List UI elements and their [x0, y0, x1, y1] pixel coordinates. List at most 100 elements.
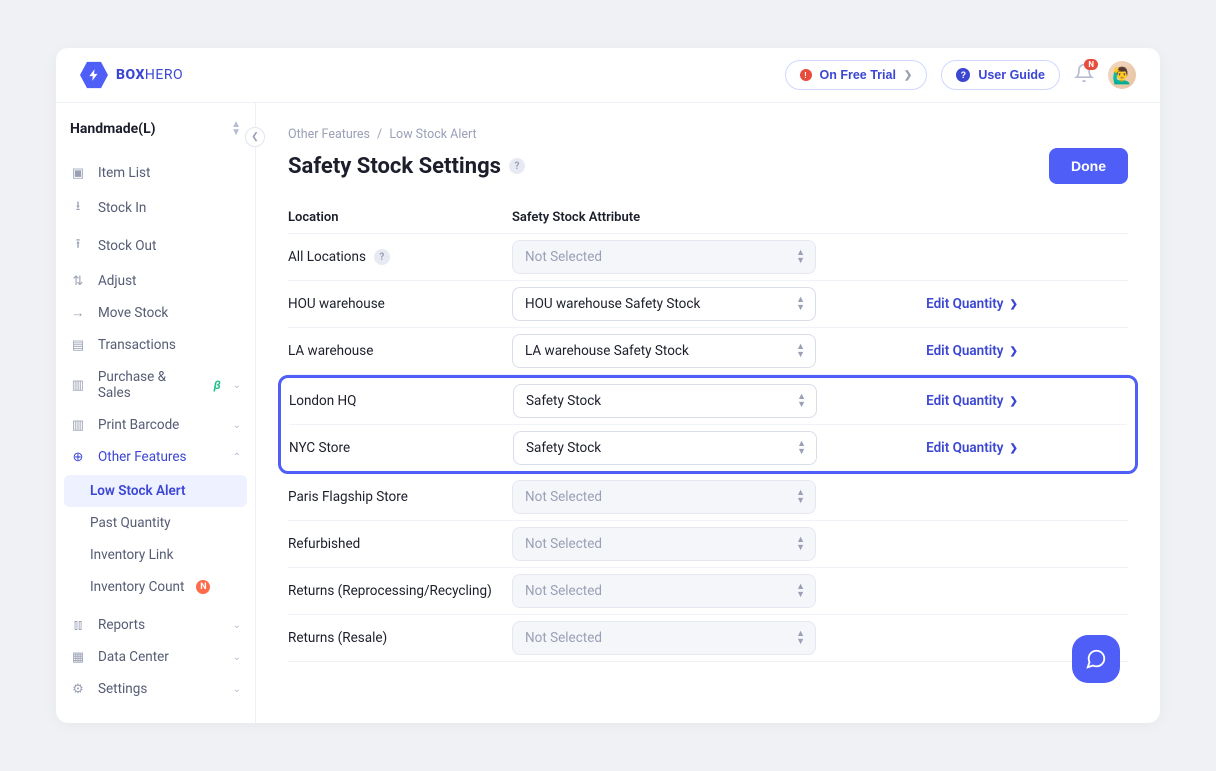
chevron-down-icon: ⌄	[233, 420, 241, 431]
sidebar-item-stock-out[interactable]: ⭱ Stock Out	[56, 227, 255, 265]
chevron-right-icon: ❯	[904, 70, 912, 81]
column-attribute: Safety Stock Attribute	[512, 210, 832, 225]
select-value: Not Selected	[525, 489, 602, 505]
breadcrumb-item[interactable]: Other Features	[288, 127, 370, 142]
chevron-right-icon: ❯	[1010, 299, 1018, 310]
beta-badge: β	[214, 378, 221, 392]
sidebar-item-item-list[interactable]: ▣ Item List	[56, 157, 255, 189]
sort-icon: ▲▼	[231, 121, 241, 137]
sidebar: ❮ Handmade(L) ▲▼ ▣ Item List ⭳ Stock In …	[56, 103, 256, 723]
database-icon: ▦	[70, 650, 86, 665]
sidebar-item-purchase-sales[interactable]: ▥ Purchase & Sales β ⌄	[56, 361, 255, 409]
attribute-select[interactable]: Not Selected ▲▼	[512, 527, 816, 561]
sidebar-item-low-stock-alert[interactable]: Low Stock Alert	[64, 475, 247, 507]
trial-button[interactable]: ! On Free Trial ❯	[785, 60, 928, 90]
sort-icon: ▲▼	[796, 583, 805, 599]
sidebar-item-adjust[interactable]: ⇅ Adjust	[56, 265, 255, 297]
table-row: HOU warehouse HOU warehouse Safety Stock…	[288, 281, 1128, 328]
list-icon: ▥	[70, 378, 86, 393]
sidebar-item-label: Data Center	[98, 649, 169, 665]
sidebar-item-label: Other Features	[98, 449, 186, 465]
notifications-button[interactable]: N	[1074, 63, 1094, 87]
help-icon[interactable]: ?	[374, 249, 390, 265]
new-badge: N	[196, 580, 210, 594]
sidebar-item-move-stock[interactable]: → Move Stock	[56, 297, 255, 329]
sidebar-item-stock-in[interactable]: ⭳ Stock In	[56, 189, 255, 227]
sort-icon: ▲▼	[796, 536, 805, 552]
attribute-select[interactable]: Not Selected ▲▼	[512, 621, 816, 655]
location-cell: Returns (Resale)	[288, 630, 512, 646]
plus-circle-icon: ⊕	[70, 450, 86, 465]
sidebar-item-label: Move Stock	[98, 305, 168, 321]
sidebar-submenu: Low Stock Alert Past Quantity Inventory …	[56, 473, 255, 609]
location-cell: Returns (Reprocessing/Recycling)	[288, 583, 512, 599]
edit-quantity-link[interactable]: Edit Quantity ❯	[926, 440, 1018, 456]
sidebar-item-label: Reports	[98, 617, 145, 633]
edit-quantity-link[interactable]: Edit Quantity ❯	[926, 296, 1018, 312]
sort-icon: ▲▼	[797, 440, 806, 456]
sidebar-item-label: Stock In	[98, 200, 146, 216]
page-title: Safety Stock Settings ?	[288, 154, 525, 179]
edit-quantity-label: Edit Quantity	[926, 296, 1003, 312]
doc-icon: ▤	[70, 338, 86, 353]
chat-fab[interactable]	[1072, 635, 1120, 683]
table-row: All Locations ? Not Selected ▲▼	[288, 234, 1128, 281]
barcode-icon: ▥	[70, 418, 86, 433]
chart-icon: ⫾⫾	[70, 618, 86, 633]
adjust-icon: ⇅	[70, 274, 86, 289]
sidebar-collapse-button[interactable]: ❮	[245, 127, 265, 147]
table-row: NYC Store Safety Stock ▲▼ Edit Quantity …	[289, 425, 1127, 471]
sidebar-item-reports[interactable]: ⫾⫾ Reports ⌄	[56, 609, 255, 641]
breadcrumb-item[interactable]: Low Stock Alert	[389, 127, 476, 142]
edit-quantity-link[interactable]: Edit Quantity ❯	[926, 343, 1018, 359]
chevron-down-icon: ⌄	[233, 380, 241, 391]
edit-quantity-link[interactable]: Edit Quantity ❯	[926, 393, 1018, 409]
sidebar-item-label: Adjust	[98, 273, 136, 289]
attribute-select[interactable]: Not Selected ▲▼	[512, 240, 816, 274]
sidebar-item-transactions[interactable]: ▤ Transactions	[56, 329, 255, 361]
attribute-select[interactable]: Not Selected ▲▼	[512, 480, 816, 514]
select-value: Not Selected	[525, 536, 602, 552]
team-switcher[interactable]: Handmade(L) ▲▼	[56, 103, 255, 153]
select-value: Safety Stock	[526, 393, 601, 409]
avatar[interactable]: 🙋‍♂️	[1108, 61, 1136, 89]
attribute-select[interactable]: Safety Stock ▲▼	[513, 431, 817, 465]
sort-icon: ▲▼	[796, 489, 805, 505]
sidebar-item-data-center[interactable]: ▦ Data Center ⌄	[56, 641, 255, 673]
sidebar-item-inventory-count[interactable]: Inventory Count N	[56, 571, 255, 603]
attribute-select[interactable]: Not Selected ▲▼	[512, 574, 816, 608]
sidebar-item-label: Item List	[98, 165, 150, 181]
sidebar-item-other-features[interactable]: ⊕ Other Features ⌃	[56, 441, 255, 473]
help-icon: ?	[956, 68, 970, 82]
sidebar-item-label: Transactions	[98, 337, 176, 353]
table-row: London HQ Safety Stock ▲▼ Edit Quantity …	[289, 378, 1127, 425]
location-cell: Refurbished	[288, 536, 512, 552]
attribute-select[interactable]: LA warehouse Safety Stock ▲▼	[512, 334, 816, 368]
sidebar-item-print-barcode[interactable]: ▥ Print Barcode ⌄	[56, 409, 255, 441]
sidebar-item-past-quantity[interactable]: Past Quantity	[56, 507, 255, 539]
select-value: Not Selected	[525, 583, 602, 599]
logo[interactable]: BOXHERO	[80, 61, 183, 89]
attribute-select[interactable]: Safety Stock ▲▼	[513, 384, 817, 418]
location-cell: NYC Store	[289, 440, 513, 456]
done-button[interactable]: Done	[1049, 148, 1128, 184]
select-value: Not Selected	[525, 249, 602, 265]
upload-icon: ⭱	[70, 235, 86, 257]
sidebar-item-inventory-link[interactable]: Inventory Link	[56, 539, 255, 571]
location-cell: HOU warehouse	[288, 296, 512, 312]
chevron-down-icon: ⌄	[233, 684, 241, 695]
topbar: BOXHERO ! On Free Trial ❯ ? User Guide N…	[56, 48, 1160, 103]
attribute-select[interactable]: HOU warehouse Safety Stock ▲▼	[512, 287, 816, 321]
user-guide-button[interactable]: ? User Guide	[941, 60, 1060, 90]
sidebar-item-settings[interactable]: ⚙ Settings ⌄	[56, 673, 255, 705]
chevron-down-icon: ⌄	[233, 620, 241, 631]
sidebar-item-label: Purchase & Sales	[98, 369, 202, 401]
sort-icon: ▲▼	[796, 249, 805, 265]
table-row: Refurbished Not Selected ▲▼	[288, 521, 1128, 568]
help-icon[interactable]: ?	[509, 158, 525, 174]
sort-icon: ▲▼	[797, 393, 806, 409]
box-icon: ▣	[70, 166, 86, 181]
table-row: Returns (Reprocessing/Recycling) Not Sel…	[288, 568, 1128, 615]
gear-icon: ⚙	[70, 682, 86, 697]
breadcrumb: Other Features / Low Stock Alert	[288, 127, 1128, 142]
